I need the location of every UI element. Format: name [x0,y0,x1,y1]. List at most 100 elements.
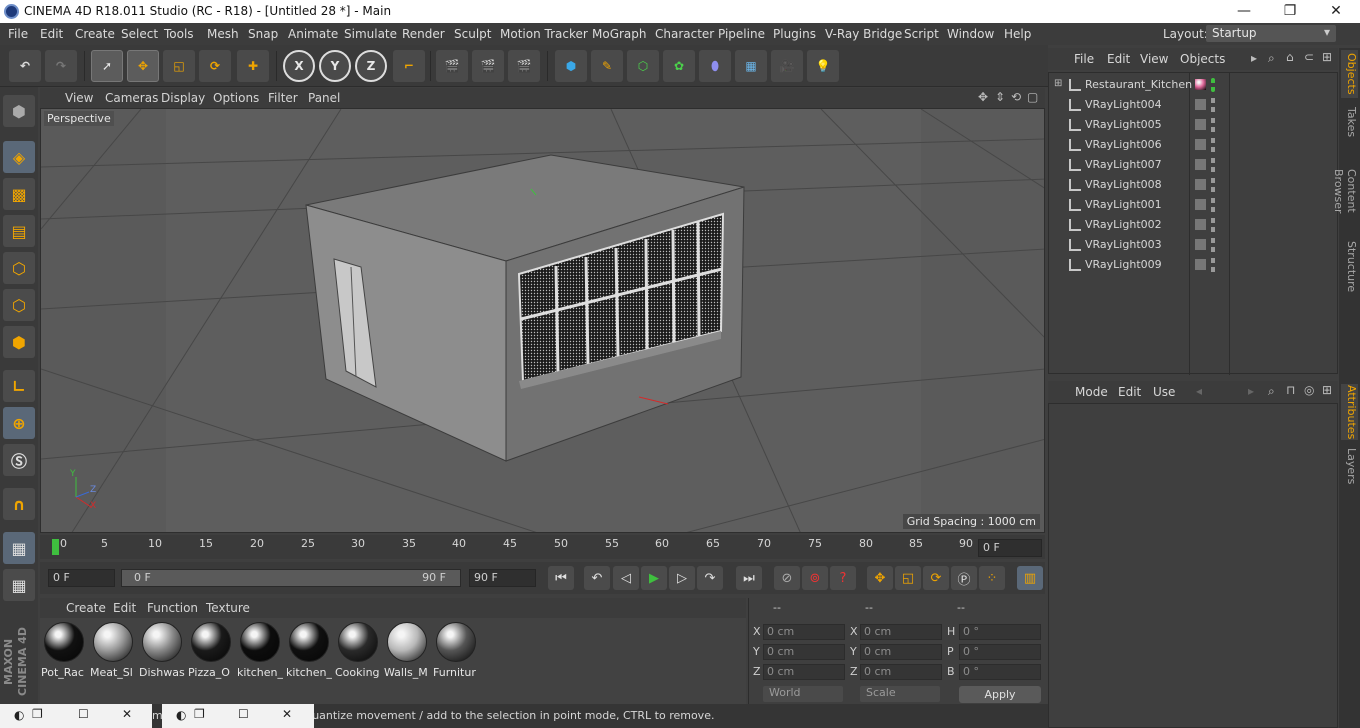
rotation-p-field[interactable]: 0 ° [959,644,1041,660]
maximize-icon[interactable]: ☐ [78,707,89,721]
close-icon[interactable]: ✕ [282,707,292,721]
menu-file[interactable]: File [8,27,28,41]
tab-objects[interactable]: Objects [1341,50,1358,98]
coordinate-mode-select[interactable]: World [763,686,843,702]
visibility-dots[interactable] [1211,78,1215,92]
position-x-field[interactable]: 0 cm [763,624,845,640]
menu-motion-tracker[interactable]: Motion Tracker [500,27,588,41]
tag-icon[interactable] [1195,139,1206,150]
menu-select[interactable]: Select [121,27,158,41]
3d-viewport[interactable]: Y Z X Perspective Grid Spacing : 1000 cm [40,108,1045,533]
render-picture-viewer-button[interactable]: 🎬 [472,50,504,82]
close-icon[interactable]: ✕ [122,707,132,721]
menu-create[interactable]: Create [75,27,115,41]
subdivision-button[interactable]: ⬡ [627,50,659,82]
restore-icon[interactable]: ❐ [194,707,205,721]
menu-mograph[interactable]: MoGraph [592,27,647,41]
render-settings-button[interactable]: 🎬 [508,50,540,82]
menu-script[interactable]: Script [904,27,939,41]
new-window-icon[interactable]: ⊞ [1322,383,1332,397]
tab-structure[interactable]: Structure [1341,240,1358,294]
y-axis-button[interactable]: Y [319,50,351,82]
menu-render[interactable]: Render [402,27,445,41]
object-row[interactable]: VRayLight008 [1049,175,1339,195]
size-mode-select[interactable]: Scale [860,686,940,702]
layout-select[interactable]: Startup ▾ [1206,25,1336,42]
material-item[interactable]: Pot_Rac [41,620,87,680]
tag-icon[interactable] [1195,219,1206,230]
keyframe-selection-button[interactable]: ? [830,566,856,590]
tag-icon[interactable] [1195,179,1206,190]
points-mode-button[interactable]: ⬡ [3,252,35,284]
visibility-dots[interactable] [1211,118,1215,132]
timeline-ruler[interactable]: 0 5 10 15 20 25 30 35 40 45 50 55 60 65 … [40,535,1045,559]
restore-button[interactable]: ❐ [1267,0,1313,23]
texture-mode-button[interactable]: ▩ [3,178,35,210]
object-row[interactable]: VRayLight005 [1049,115,1339,135]
viewport-menu-cameras[interactable]: Cameras [105,91,158,105]
go-to-end-button[interactable]: ⏭ [736,566,762,590]
menu-character[interactable]: Character [655,27,714,41]
layer-color-tag[interactable] [1195,79,1206,90]
deformer-button[interactable]: ⬮ [699,50,731,82]
new-window-icon[interactable]: ⊞ [1322,50,1332,64]
visibility-dots[interactable] [1211,258,1215,272]
menu-mesh[interactable]: Mesh [207,27,239,41]
maximize-icon[interactable]: ☐ [238,707,249,721]
make-editable-button[interactable]: ⬢ [3,95,35,127]
size-x-field[interactable]: 0 cm [860,624,942,640]
menu-simulate[interactable]: Simulate [344,27,397,41]
rotation-h-field[interactable]: 0 ° [959,624,1041,640]
size-z-field[interactable]: 0 cm [860,664,942,680]
tweak-mode-button[interactable]: ⊕ [3,407,35,439]
visibility-dots[interactable] [1211,98,1215,112]
menu-edit[interactable]: Edit [40,27,63,41]
zoom-view-icon[interactable]: ⇕ [995,90,1005,104]
apply-button[interactable]: Apply [959,686,1041,703]
material-item[interactable]: Furnitur [433,620,479,680]
end-frame-field[interactable]: 90 F [469,569,536,587]
tag-icon[interactable] [1195,239,1206,250]
go-to-start-button[interactable]: ⏮ [548,566,574,590]
object-menu-view[interactable]: View [1140,52,1168,66]
key-pla-button[interactable]: ⁘ [979,566,1005,590]
object-row[interactable]: VRayLight007 [1049,155,1339,175]
maximize-view-icon[interactable]: ▢ [1027,90,1038,104]
key-position-button[interactable]: ✥ [867,566,893,590]
object-row[interactable]: VRayLight004 [1049,95,1339,115]
rotation-b-field[interactable]: 0 ° [959,664,1041,680]
target-icon[interactable]: ◎ [1304,383,1314,397]
material-menu-edit[interactable]: Edit [113,601,136,615]
tab-attributes[interactable]: Attributes [1341,384,1358,440]
material-menu-function[interactable]: Function [147,601,198,615]
playhead-marker[interactable] [52,539,59,555]
autokey-button[interactable]: ⊚ [802,566,828,590]
minimized-window[interactable]: ◐ ❐ ☐ ✕ [0,704,152,728]
tag-icon[interactable] [1195,99,1206,110]
next-key-button[interactable]: ↷ [697,566,723,590]
object-menu-file[interactable]: File [1074,52,1094,66]
material-item[interactable]: Walls_M [384,620,430,680]
object-row[interactable]: VRayLight001 [1049,195,1339,215]
visibility-dots[interactable] [1211,178,1215,192]
planar-workplane-button[interactable]: ▦ [3,569,35,601]
visibility-dots[interactable] [1211,238,1215,252]
scale-tool-button[interactable]: ◱ [163,50,195,82]
object-row[interactable]: ⊞ Restaurant_Kitchen [1049,75,1339,95]
previous-frame-button[interactable]: ◁ [613,566,639,590]
enable-axis-button[interactable]: ∟ [3,370,35,402]
material-item[interactable]: Cooking [335,620,381,680]
material-menu-create[interactable]: Create [66,601,106,615]
workplane-mode-button[interactable]: ▤ [3,215,35,247]
record-keys-button[interactable]: ⊘ [774,566,800,590]
workplane-lock-button[interactable]: ▦ [3,532,35,564]
edges-mode-button[interactable]: ⬡ [3,289,35,321]
chevron-right-icon[interactable]: ▸ [1251,51,1257,65]
z-axis-button[interactable]: Z [355,50,387,82]
coordinate-system-button[interactable]: ⌐ [393,50,425,82]
material-item[interactable]: Dishwas [139,620,185,680]
tag-icon[interactable] [1195,159,1206,170]
snap-button[interactable]: ∩ [3,488,35,520]
key-rotation-button[interactable]: ⟳ [923,566,949,590]
restore-icon[interactable]: ❐ [32,707,43,721]
